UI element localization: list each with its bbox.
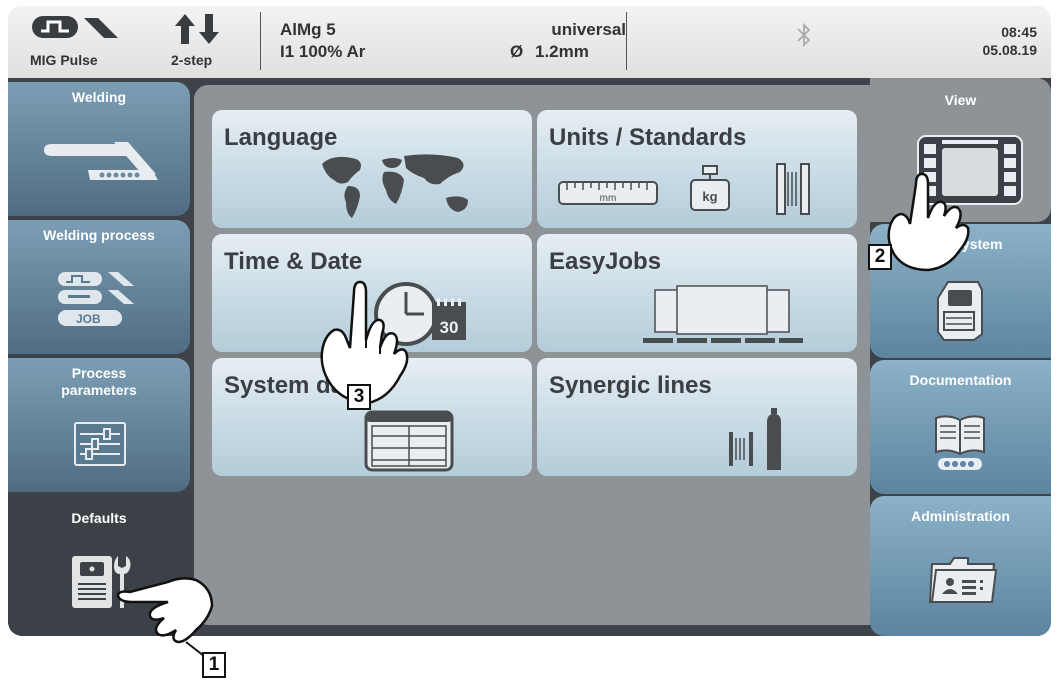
tile-language[interactable]: Language: [212, 110, 532, 228]
book-icon: [935, 415, 985, 470]
weight-unit: kg: [702, 189, 717, 204]
folder-id-icon: [928, 557, 998, 603]
clock-date: 05.08.19: [982, 42, 1038, 58]
nav-administration[interactable]: Administration: [870, 496, 1051, 636]
calendar-day: 30: [440, 318, 459, 337]
spool-gas-icon: [729, 408, 781, 470]
wire-type: universal: [551, 20, 626, 39]
callout-2: 2: [868, 244, 892, 270]
status-divider: [626, 12, 627, 70]
data-table-icon: [364, 410, 454, 472]
tile-synergic-lines[interactable]: Synergic lines: [537, 358, 857, 476]
tile-label: Time & Date: [224, 248, 363, 275]
svg-text:JOB: JOB: [76, 312, 101, 326]
ruler-unit: mm: [600, 193, 617, 204]
nav-label: View: [944, 92, 977, 108]
sliders-icon: [74, 422, 126, 466]
trigger-arrows-icon: [175, 14, 219, 44]
nav-welding-process[interactable]: Welding process JOB: [8, 220, 190, 354]
tile-easyjobs[interactable]: EasyJobs: [537, 234, 857, 352]
callout-3: 3: [347, 384, 371, 410]
diameter-symbol: Ø: [510, 42, 524, 61]
material: AlMg 5: [280, 20, 336, 39]
nav-documentation[interactable]: Documentation: [870, 360, 1051, 494]
easyjobs-icon: [643, 285, 803, 343]
welding-mode: MIG Pulse: [30, 52, 98, 68]
tile-label: Units / Standards: [549, 124, 747, 151]
power-source-icon: [937, 281, 983, 341]
nav-process-parameters[interactable]: Process parameters: [8, 358, 190, 492]
ruler-weight-spool-icon: mm kg: [558, 163, 810, 215]
mig-pulse-icon: [32, 16, 118, 38]
trigger-mode: 2-step: [171, 52, 213, 68]
status-bar: MIG Pulse 2-step AlMg 5 I1 100% Ar unive…: [8, 6, 1051, 78]
nav-label: Welding: [71, 89, 127, 105]
nav-label: Documentation: [909, 372, 1012, 388]
clock-time: 08:45: [1001, 24, 1037, 40]
process-job-icon: JOB: [58, 272, 134, 326]
tile-units-standards[interactable]: Units / Standards mm kg: [537, 110, 857, 228]
callout-1: 1: [202, 652, 226, 678]
nav-label: Welding process: [43, 227, 155, 243]
nav-label: Process parameters: [61, 365, 137, 398]
shielding-gas: I1 100% Ar: [280, 42, 366, 61]
device-screen: MIG Pulse 2-step AlMg 5 I1 100% Ar unive…: [8, 6, 1051, 636]
welding-torch-icon: [44, 142, 158, 180]
bluetooth-icon: [797, 22, 811, 48]
nav-label: Administration: [911, 508, 1010, 524]
status-divider: [260, 12, 261, 70]
nav-welding[interactable]: Welding: [8, 82, 190, 216]
wire-diameter: 1.2mm: [535, 42, 589, 61]
world-map-icon: [322, 154, 468, 218]
tile-label: Synergic lines: [549, 372, 712, 399]
tile-label: Language: [224, 124, 338, 151]
tile-label: EasyJobs: [549, 248, 662, 275]
nav-label: Defaults: [71, 510, 127, 526]
